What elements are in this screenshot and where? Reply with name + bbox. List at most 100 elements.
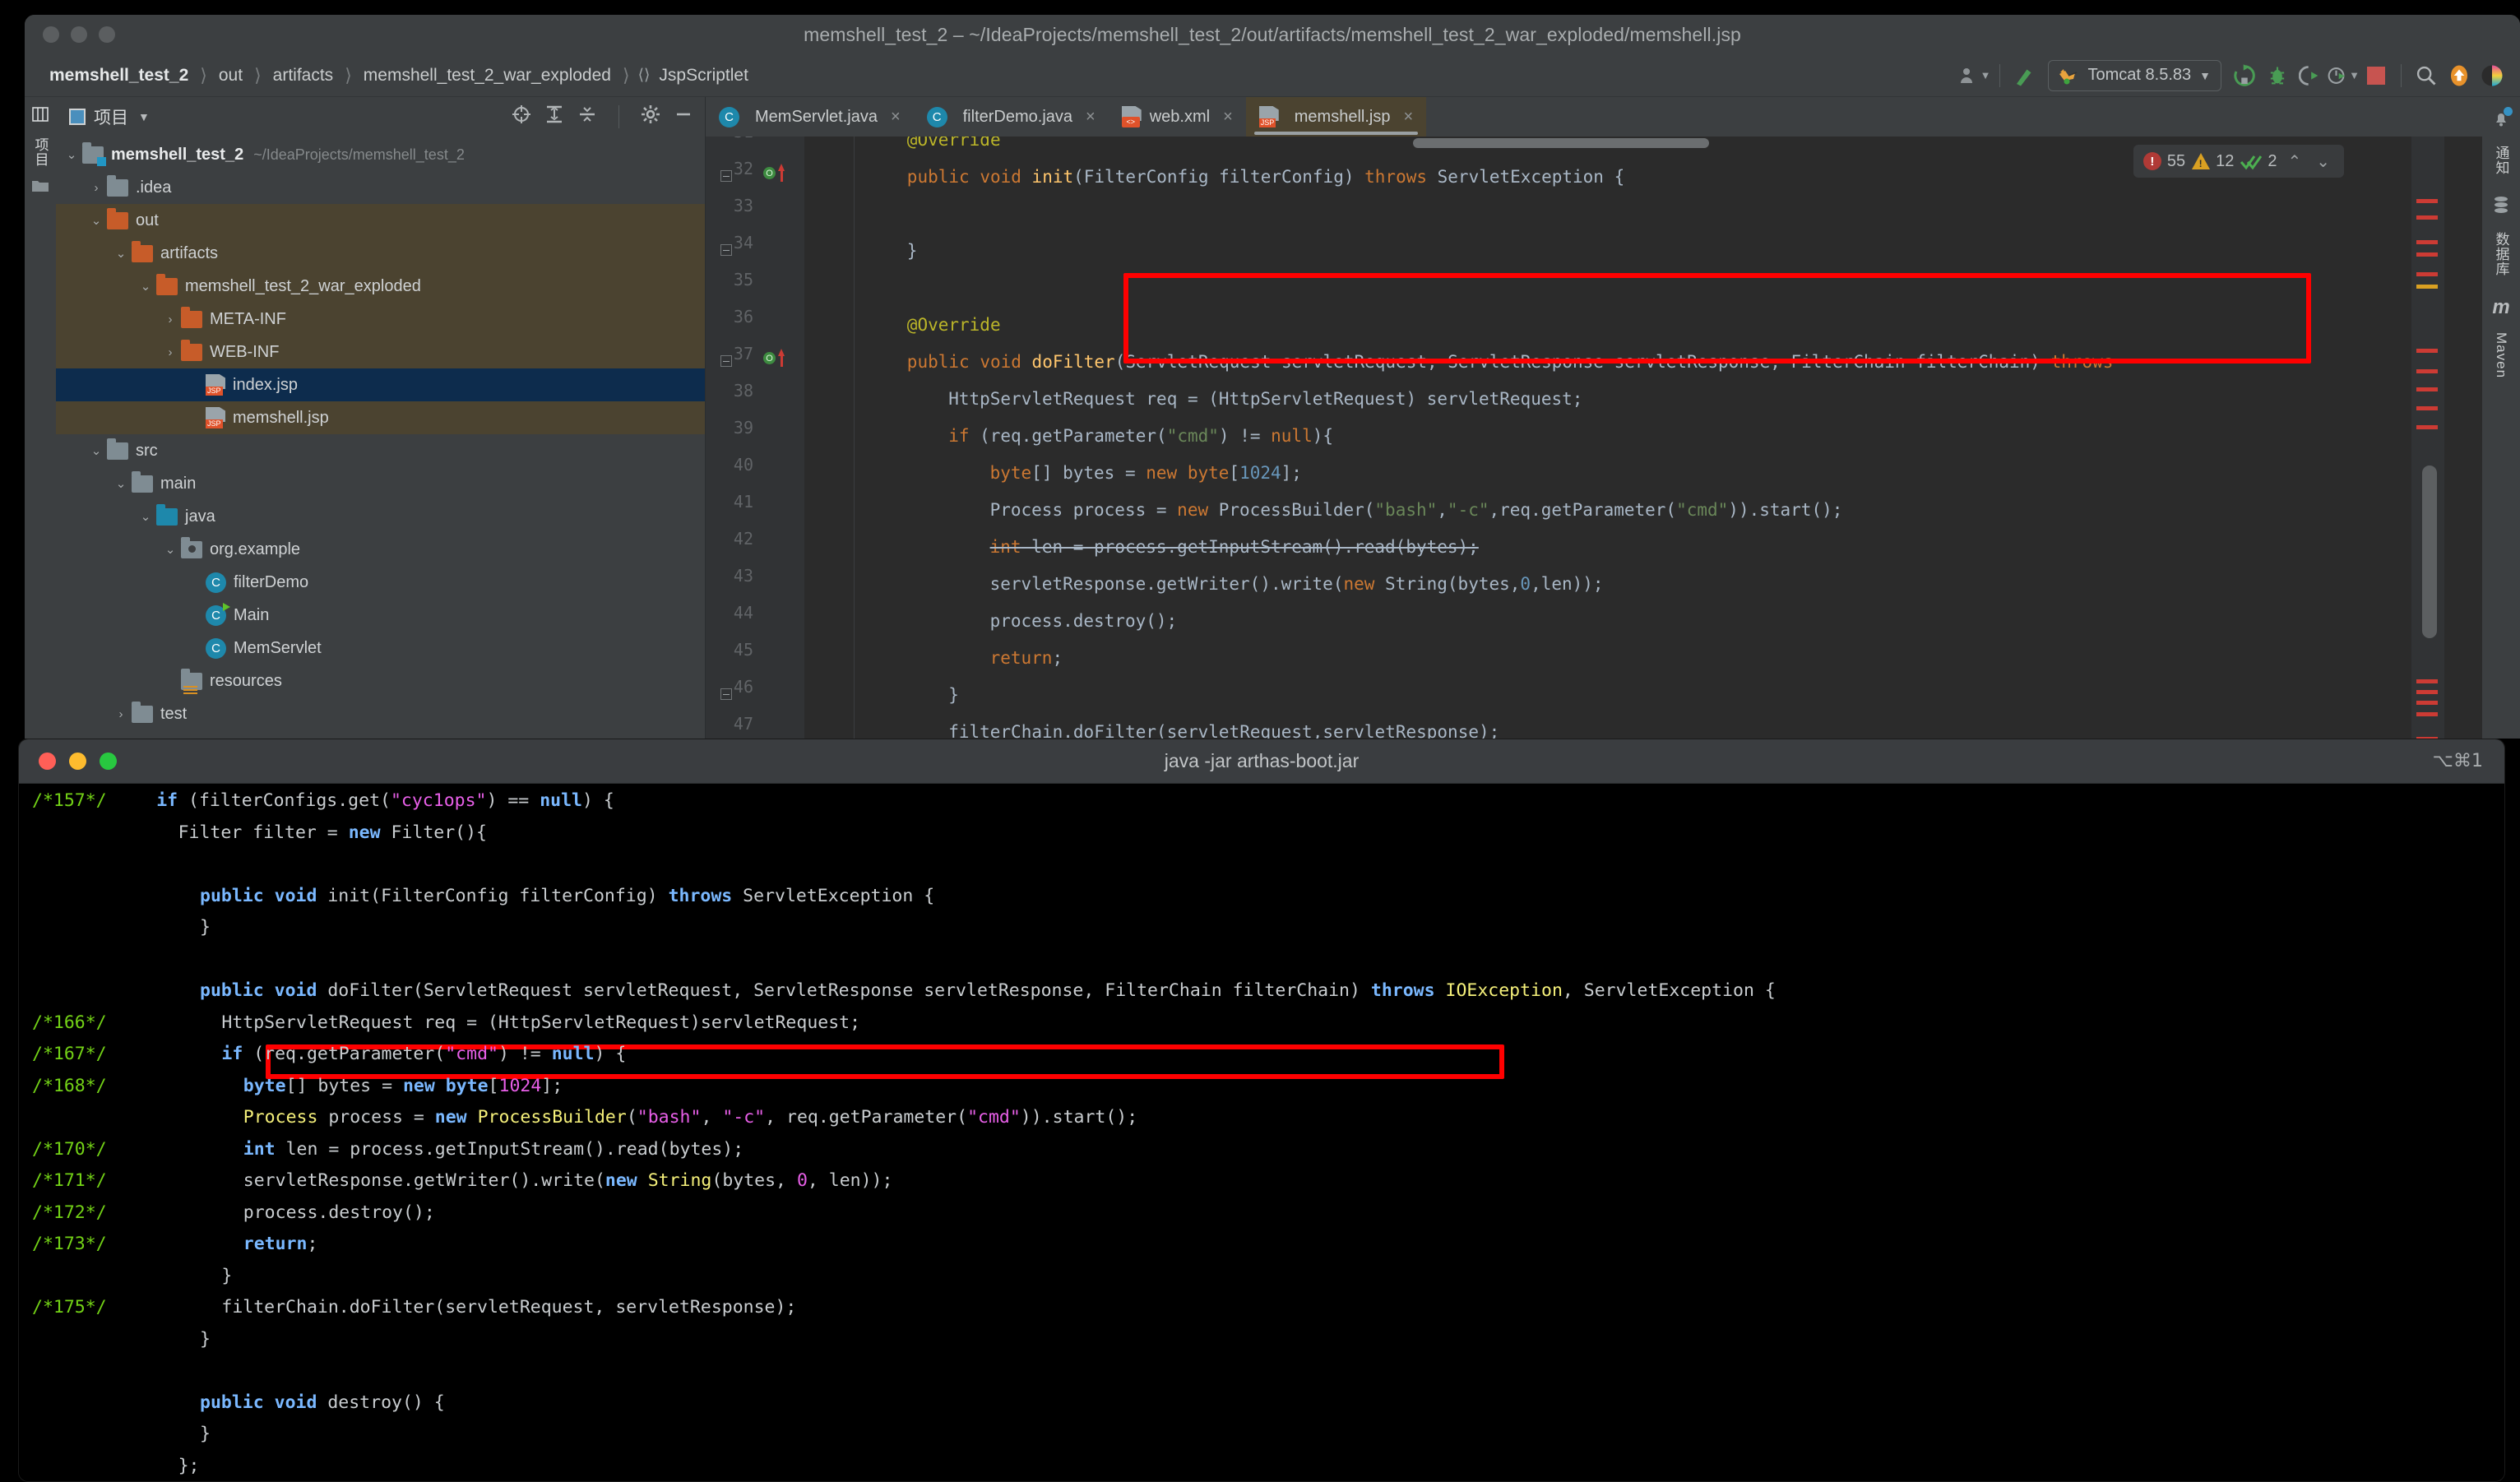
- error-count-indicator[interactable]: ! 55: [2142, 152, 2185, 171]
- tree-node-test[interactable]: › test: [56, 697, 705, 730]
- notification-bell-icon[interactable]: [2491, 107, 2513, 132]
- collapse-all-icon[interactable]: [577, 104, 597, 129]
- tree-node-memshell-test-2-war-exploded[interactable]: ⌄ memshell_test_2_war_exploded: [56, 270, 705, 303]
- breadcrumb-item-war-exploded[interactable]: memshell_test_2_war_exploded: [360, 64, 614, 87]
- error-stripe-mark[interactable]: [2416, 712, 2438, 716]
- rerun-button[interactable]: [2228, 59, 2261, 92]
- inspection-widget[interactable]: ! 55 12 2 ⌃ ⌄: [2133, 145, 2344, 178]
- chevron-right-icon[interactable]: ›: [86, 181, 107, 195]
- warning-count-indicator[interactable]: 12: [2192, 152, 2234, 171]
- error-stripe-mark[interactable]: [2416, 240, 2438, 244]
- hide-panel-icon[interactable]: [674, 104, 693, 129]
- prev-problem-button[interactable]: ⌃: [2283, 151, 2305, 172]
- search-everywhere-button[interactable]: [2410, 59, 2443, 92]
- chevron-right-icon[interactable]: ›: [160, 345, 181, 359]
- breadcrumb-item-project[interactable]: memshell_test_2: [46, 64, 192, 87]
- tree-node-memservlet[interactable]: C MemServlet: [56, 632, 705, 665]
- horizontal-scrollbar[interactable]: [1413, 138, 1709, 148]
- breadcrumb-item-out[interactable]: out: [215, 64, 246, 87]
- chevron-right-icon[interactable]: ›: [160, 313, 181, 327]
- error-stripe-mark[interactable]: [2416, 252, 2438, 257]
- stop-button[interactable]: [2360, 59, 2393, 92]
- chevron-down-icon[interactable]: ⌄: [86, 443, 107, 458]
- code-text[interactable]: @Override public void init(FilterConfig f…: [804, 137, 2482, 739]
- chevron-down-icon[interactable]: ⌄: [61, 147, 82, 162]
- terminal-output[interactable]: /*157*/if (filterConfigs.get("cyc1ops") …: [19, 784, 2504, 1481]
- error-stripe-mark[interactable]: [2416, 425, 2438, 429]
- close-tab-icon[interactable]: ×: [891, 108, 901, 127]
- error-stripe-mark[interactable]: [2416, 679, 2438, 683]
- tree-node-resources[interactable]: resources: [56, 665, 705, 697]
- settings-gear-icon[interactable]: [641, 104, 660, 129]
- chevron-down-icon[interactable]: ⌄: [135, 509, 156, 524]
- tree-node-java[interactable]: ⌄ java: [56, 500, 705, 533]
- folder-icon[interactable]: [31, 178, 49, 197]
- run-with-coverage-button[interactable]: [2294, 59, 2327, 92]
- project-file-tree[interactable]: ⌄ memshell_test_2 ~/IdeaProjects/memshell_…: [56, 137, 705, 739]
- tab-web-xml[interactable]: <> web.xml ×: [1109, 97, 1246, 137]
- close-tab-icon[interactable]: ×: [1223, 108, 1233, 127]
- sidebar-item-maven[interactable]: Maven: [2493, 332, 2509, 378]
- code-editor[interactable]: 31 32 O 33 34 35 36 37 O 38 39 40 41 42 43 44 45 46 47 @Ov…: [706, 137, 2482, 739]
- update-project-button[interactable]: [2443, 59, 2476, 92]
- chevron-down-icon[interactable]: ⌄: [135, 279, 156, 294]
- sidebar-item-notifications[interactable]: 通知: [2491, 146, 2512, 175]
- project-panel-icon[interactable]: [32, 107, 49, 126]
- error-stripe-mark[interactable]: [2416, 690, 2438, 694]
- tree-node-src[interactable]: ⌄ src: [56, 434, 705, 467]
- warning-stripe-mark[interactable]: [2416, 285, 2438, 289]
- close-tab-icon[interactable]: ×: [1403, 108, 1413, 127]
- expand-all-icon[interactable]: [544, 104, 564, 129]
- code-fold-toggle[interactable]: [720, 244, 732, 256]
- ide-assistant-button[interactable]: [2476, 59, 2508, 92]
- tree-node-meta-inf[interactable]: › META-INF: [56, 303, 705, 336]
- tree-node-memshell-jsp[interactable]: JSP memshell.jsp: [56, 401, 705, 434]
- chevron-down-icon[interactable]: ⌄: [86, 213, 107, 228]
- error-stripe-gutter[interactable]: [2411, 137, 2444, 739]
- user-avatar-button[interactable]: ▼: [1958, 59, 1991, 92]
- tree-node-index-jsp[interactable]: JSP index.jsp: [56, 368, 705, 401]
- run-configuration-selector[interactable]: Tomcat 8.5.83 ▼: [2047, 59, 2221, 91]
- database-icon[interactable]: [2491, 195, 2511, 219]
- code-fold-toggle[interactable]: [720, 355, 732, 367]
- error-stripe-mark[interactable]: [2416, 349, 2438, 353]
- tab-memservlet-java[interactable]: C MemServlet.java ×: [706, 97, 914, 137]
- tree-node-memshell-test-2[interactable]: ⌄ memshell_test_2 ~/IdeaProjects/memshell_…: [56, 138, 705, 171]
- error-stripe-mark[interactable]: [2416, 272, 2438, 276]
- locate-icon[interactable]: [512, 104, 531, 129]
- editor-tab-bar[interactable]: C MemServlet.java × CfilterDemo.java × <> web.…: [706, 97, 2482, 137]
- next-problem-button[interactable]: ⌄: [2312, 151, 2334, 172]
- editor-gutter[interactable]: 31 32 O 33 34 35 36 37 O 38 39 40 41 42 43 44 45 46 47: [706, 137, 804, 739]
- error-stripe-mark[interactable]: [2416, 406, 2438, 410]
- tree-node-main[interactable]: ⌄ main: [56, 467, 705, 500]
- error-stripe-mark[interactable]: [2416, 387, 2438, 391]
- ok-count-indicator[interactable]: 2: [2240, 152, 2277, 171]
- breadcrumb-item-artifacts[interactable]: artifacts: [270, 64, 337, 87]
- tree-node-web-inf[interactable]: › WEB-INF: [56, 336, 705, 368]
- tree-node--idea[interactable]: › .idea: [56, 171, 705, 204]
- build-hammer-button[interactable]: [2008, 59, 2041, 92]
- code-fold-toggle[interactable]: [720, 688, 732, 700]
- tree-node-filterdemo[interactable]: CfilterDemo: [56, 566, 705, 599]
- breadcrumb-item-jspscriptlet[interactable]: JspScriptlet: [655, 64, 752, 87]
- profiler-button[interactable]: ▼: [2327, 59, 2360, 92]
- tab-memshell-jsp[interactable]: JSP memshell.jsp ×: [1245, 97, 1427, 137]
- chevron-down-icon[interactable]: ⌄: [110, 476, 132, 491]
- sidebar-item-database[interactable]: 数据库: [2491, 232, 2512, 276]
- chevron-down-icon[interactable]: ⌄: [160, 542, 181, 557]
- tree-node-out[interactable]: ⌄ out: [56, 204, 705, 237]
- override-gutter-icon[interactable]: O: [763, 349, 785, 370]
- error-stripe-mark[interactable]: [2416, 701, 2438, 705]
- override-gutter-icon[interactable]: O: [763, 164, 785, 185]
- error-stripe-mark[interactable]: [2416, 369, 2438, 373]
- tree-node-main[interactable]: C Main: [56, 599, 705, 632]
- chevron-right-icon[interactable]: ›: [110, 707, 132, 721]
- chevron-down-icon[interactable]: ⌄: [110, 246, 132, 261]
- sidebar-item-project[interactable]: 项目: [30, 137, 51, 167]
- debug-button[interactable]: [2261, 59, 2294, 92]
- tree-node-artifacts[interactable]: ⌄ artifacts: [56, 237, 705, 270]
- editor-vertical-scrollbar[interactable]: [2422, 465, 2437, 638]
- tree-node-org-example[interactable]: ⌄ org.example: [56, 533, 705, 566]
- code-fold-toggle[interactable]: [720, 170, 732, 182]
- error-stripe-mark[interactable]: [2416, 215, 2438, 220]
